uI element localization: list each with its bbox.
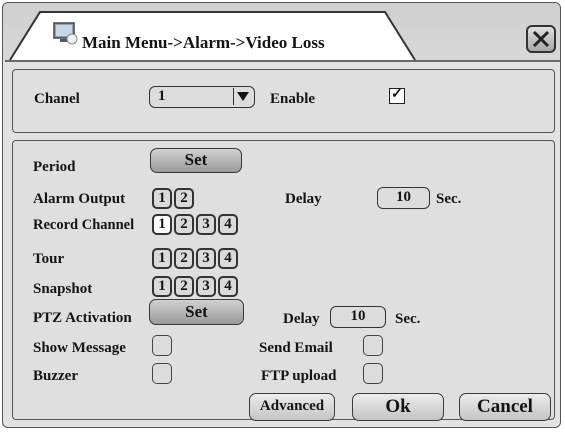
chanel-label: Chanel — [34, 91, 80, 107]
tour-channel-4[interactable]: 4 — [218, 248, 238, 269]
window-title: Main Menu->Alarm->Video Loss — [82, 33, 325, 52]
send-email-label: Send Email — [259, 340, 333, 356]
snapshot-label: Snapshot — [33, 281, 93, 297]
record-channel-4[interactable]: 4 — [218, 214, 238, 235]
ftp-upload-checkbox[interactable] — [363, 363, 383, 384]
monitor-icon — [52, 21, 78, 45]
record-channel-3[interactable]: 3 — [196, 214, 216, 235]
chevron-down-icon[interactable] — [233, 88, 252, 105]
tour-label: Tour — [33, 251, 65, 267]
chanel-select[interactable]: 1 — [149, 86, 255, 108]
chanel-select-value: 1 — [158, 88, 166, 104]
delay-input[interactable]: 10 — [377, 187, 430, 209]
ptz-delay-label: Delay — [283, 311, 320, 327]
advanced-button[interactable]: Advanced — [249, 393, 335, 421]
show-message-checkbox[interactable] — [152, 335, 172, 356]
ptz-activation-label: PTZ Activation — [33, 310, 132, 326]
ptz-delay-sec-label: Sec. — [395, 311, 421, 327]
record-channel-1[interactable]: 1 — [152, 214, 172, 235]
tour-channel-1[interactable]: 1 — [152, 248, 172, 269]
check-icon: ✓ — [391, 87, 403, 102]
buzzer-label: Buzzer — [33, 368, 78, 384]
snapshot-channel-3[interactable]: 3 — [196, 276, 216, 297]
enable-label: Enable — [270, 91, 316, 107]
snapshot-channel-1[interactable]: 1 — [152, 276, 172, 297]
snapshot-channel-4[interactable]: 4 — [218, 276, 238, 297]
ptz-delay-input[interactable]: 10 — [330, 306, 386, 328]
buzzer-checkbox[interactable] — [152, 363, 172, 384]
delay-sec-label: Sec. — [436, 191, 462, 207]
cancel-button[interactable]: Cancel — [459, 393, 551, 421]
alarm-output-channel-1[interactable]: 1 — [152, 188, 172, 209]
alarm-output-label: Alarm Output — [33, 191, 126, 207]
tour-channel-3[interactable]: 3 — [196, 248, 216, 269]
ptz-set-button[interactable]: Set — [149, 299, 244, 325]
period-set-button[interactable]: Set — [150, 148, 242, 173]
tour-channel-2[interactable]: 2 — [174, 248, 194, 269]
period-label: Period — [33, 159, 76, 175]
close-icon[interactable] — [526, 25, 556, 53]
record-channel-label: Record Channel — [33, 217, 135, 233]
ok-button[interactable]: Ok — [352, 393, 444, 421]
send-email-checkbox[interactable] — [363, 335, 383, 356]
alarm-output-channel-2[interactable]: 2 — [174, 188, 194, 209]
ftp-upload-label: FTP upload — [261, 368, 337, 384]
delay-label: Delay — [285, 191, 322, 207]
snapshot-channel-2[interactable]: 2 — [174, 276, 194, 297]
record-channel-2[interactable]: 2 — [174, 214, 194, 235]
enable-checkbox[interactable]: ✓ — [389, 87, 405, 104]
show-message-label: Show Message — [33, 340, 126, 356]
